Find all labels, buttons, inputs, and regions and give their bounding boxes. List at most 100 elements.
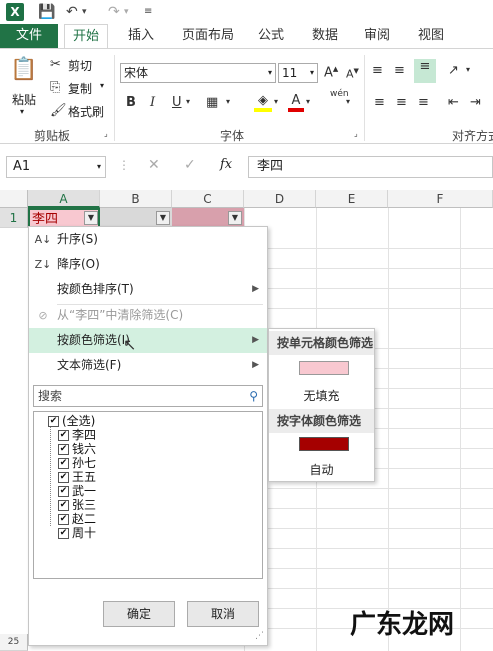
row-header-25[interactable]: 25	[0, 634, 28, 651]
ok-button[interactable]: 确定	[103, 601, 175, 627]
chevron-down-icon[interactable]: ▾	[310, 64, 314, 82]
filter-dropdown-b-icon[interactable]: ▼	[156, 211, 170, 225]
column-header-f[interactable]: F	[388, 190, 493, 208]
redo-dropdown-icon[interactable]: ▾	[124, 3, 129, 21]
column-header-b[interactable]: B	[100, 190, 172, 208]
column-header-d[interactable]: D	[244, 190, 316, 208]
font-name-combo[interactable]: 宋体 ▾	[120, 63, 276, 83]
sort-ascending-item[interactable]: A↓ 升序(S)	[29, 227, 267, 252]
list-item[interactable]: ✔ 张三	[58, 498, 96, 512]
align-middle-icon[interactable]: ≡	[394, 63, 405, 78]
list-item[interactable]: ✔ 赵二	[58, 512, 96, 526]
align-bottom-icon[interactable]: ≡	[414, 59, 436, 83]
font-launcher-icon[interactable]: ⌟	[354, 129, 358, 138]
no-fill-item[interactable]: 无填充	[269, 387, 374, 404]
align-right-icon[interactable]: ≡	[418, 95, 429, 110]
insert-function-icon[interactable]: fx	[220, 157, 232, 172]
list-item[interactable]: ✔ 周十	[58, 526, 96, 540]
checkbox-checked-icon[interactable]: ✔	[58, 528, 69, 539]
tab-review[interactable]: 审阅	[364, 24, 390, 48]
fill-color-icon[interactable]: ◈	[254, 93, 272, 112]
tab-view[interactable]: 视图	[418, 24, 444, 48]
list-item-select-all[interactable]: ✔ (全选)	[48, 414, 95, 428]
checkbox-checked-icon[interactable]: ✔	[58, 514, 69, 525]
tab-formulas[interactable]: 公式	[258, 24, 284, 48]
border-icon[interactable]: ▦	[206, 95, 218, 110]
search-input[interactable]: 搜索 ⚲	[33, 385, 263, 407]
grow-font-icon[interactable]: A▲	[324, 65, 338, 80]
checkbox-checked-icon[interactable]: ✔	[58, 472, 69, 483]
sort-by-color-item[interactable]: 按颜色排序(T) ▶	[29, 277, 267, 302]
filter-values-list[interactable]: ✔ (全选) ✔ 李四 ✔ 钱六 ✔ 孙七 ✔ 王五 ✔ 武一 ✔ 张三 ✔ 赵二 ✔ 周十	[33, 411, 263, 579]
list-item[interactable]: ✔ 王五	[58, 470, 96, 484]
align-top-icon[interactable]: ≡	[372, 63, 383, 78]
tab-home[interactable]: 开始	[64, 24, 109, 48]
font-color-dropdown-icon[interactable]: ▾	[306, 97, 310, 106]
clear-filter-item[interactable]: ⊘ 从“李四”中清除筛选(C)	[29, 303, 267, 328]
enter-icon[interactable]: ✓	[184, 157, 196, 173]
paste-icon[interactable]: 📋	[10, 57, 38, 85]
fill-dropdown-icon[interactable]: ▾	[274, 97, 278, 106]
increase-indent-icon[interactable]: ⇥	[470, 95, 481, 110]
save-icon[interactable]: 💾	[38, 3, 55, 21]
tab-page-layout[interactable]: 页面布局	[182, 24, 234, 48]
bold-button[interactable]: B	[126, 95, 136, 110]
checkbox-checked-icon[interactable]: ✔	[48, 416, 59, 427]
copy-button[interactable]: 复制	[68, 80, 92, 97]
font-color-icon[interactable]: A	[288, 93, 304, 112]
chevron-down-icon[interactable]: ▾	[268, 64, 272, 82]
cancel-button[interactable]: 取消	[187, 601, 259, 627]
border-dropdown-icon[interactable]: ▾	[226, 97, 230, 106]
tab-file[interactable]: 文件	[0, 24, 58, 48]
resize-handle-icon[interactable]: ⋮	[118, 158, 130, 172]
column-header-c[interactable]: C	[172, 190, 244, 208]
align-left-icon[interactable]: ≡	[374, 95, 385, 110]
redo-icon[interactable]: ↷	[108, 3, 120, 21]
cancel-icon[interactable]: ✕	[148, 157, 160, 173]
filter-by-color-item[interactable]: 按颜色筛选(I) ▶	[29, 328, 267, 353]
pink-swatch[interactable]	[299, 361, 349, 375]
checkbox-checked-icon[interactable]: ✔	[58, 500, 69, 511]
row-header-1[interactable]: 1	[0, 208, 28, 228]
clipboard-launcher-icon[interactable]: ⌟	[104, 129, 108, 138]
orientation-dropdown-icon[interactable]: ▾	[466, 65, 470, 74]
orientation-icon[interactable]: ↗	[448, 63, 459, 78]
select-all-corner[interactable]	[0, 190, 28, 208]
column-header-e[interactable]: E	[316, 190, 388, 208]
search-icon[interactable]: ⚲	[249, 386, 258, 406]
align-center-icon[interactable]: ≡	[396, 95, 407, 110]
paste-dropdown-icon[interactable]: ▾	[20, 107, 24, 116]
font-size-combo[interactable]: 11 ▾	[278, 63, 318, 83]
list-item[interactable]: ✔ 孙七	[58, 456, 96, 470]
resize-grip-icon[interactable]: ⋰	[255, 631, 264, 641]
filter-dropdown-c-icon[interactable]: ▼	[228, 211, 242, 225]
italic-button[interactable]: I	[150, 95, 155, 110]
column-header-a[interactable]: A	[28, 190, 100, 208]
checkbox-checked-icon[interactable]: ✔	[58, 458, 69, 469]
cut-button[interactable]: 剪切	[68, 57, 92, 74]
paste-button[interactable]: 粘贴	[12, 91, 36, 108]
tab-data[interactable]: 数据	[312, 24, 338, 48]
list-item[interactable]: ✔ 钱六	[58, 442, 96, 456]
decrease-indent-icon[interactable]: ⇤	[448, 95, 459, 110]
formula-input[interactable]: 李四	[248, 156, 493, 178]
format-painter-button[interactable]: 格式刷	[68, 103, 104, 120]
list-item[interactable]: ✔ 武一	[58, 484, 96, 498]
tab-insert[interactable]: 插入	[128, 24, 154, 48]
name-box[interactable]: A1 ▾	[6, 156, 106, 178]
undo-icon[interactable]: ↶	[66, 3, 78, 21]
text-filter-item[interactable]: 文本筛选(F) ▶	[29, 353, 267, 378]
customize-icon[interactable]: ≡	[144, 3, 152, 21]
checkbox-checked-icon[interactable]: ✔	[58, 486, 69, 497]
chevron-down-icon[interactable]: ▾	[97, 157, 101, 177]
dark-red-swatch[interactable]	[299, 437, 349, 451]
checkbox-checked-icon[interactable]: ✔	[58, 444, 69, 455]
sort-descending-item[interactable]: Z↓ 降序(O)	[29, 252, 267, 277]
list-item[interactable]: ✔ 李四	[58, 428, 96, 442]
copy-dropdown-icon[interactable]: ▾	[100, 81, 104, 90]
shrink-font-icon[interactable]: A▼	[346, 67, 359, 81]
filter-dropdown-a-icon[interactable]: ▼	[84, 211, 98, 225]
underline-dropdown-icon[interactable]: ▾	[186, 97, 190, 106]
phonetic-dropdown-icon[interactable]: ▾	[346, 97, 350, 106]
underline-button[interactable]: U	[172, 95, 182, 110]
